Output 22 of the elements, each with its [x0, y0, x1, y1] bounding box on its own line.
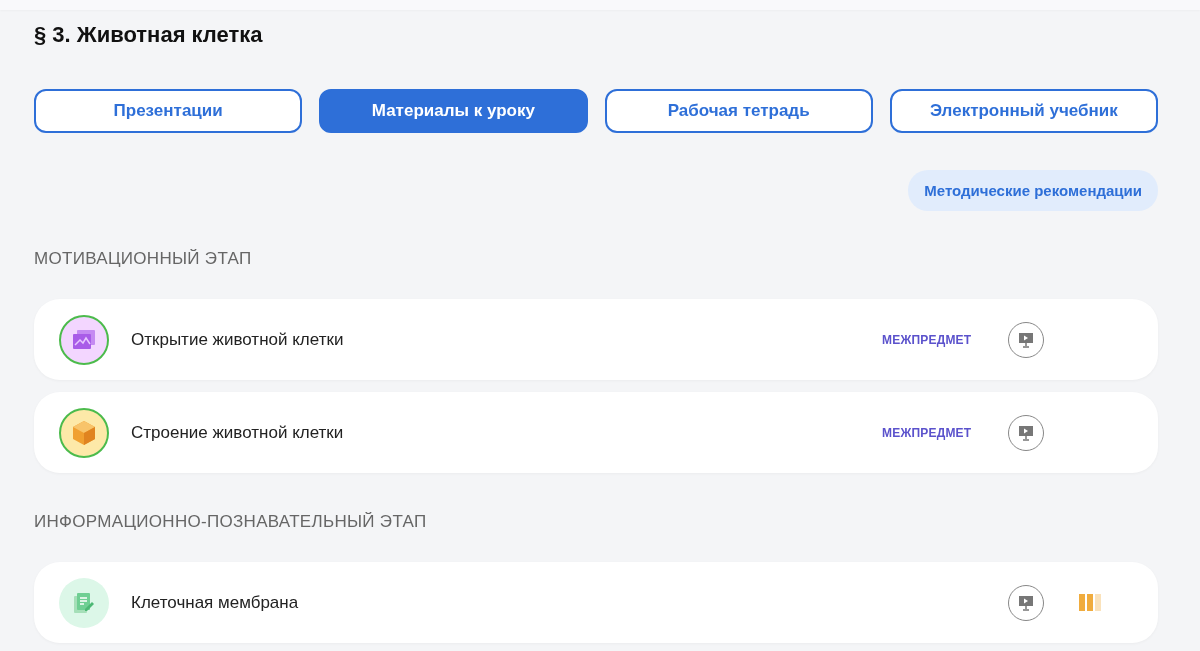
- guidelines-button[interactable]: Методические рекомендации: [908, 170, 1158, 211]
- section-heading: ИНФОРМАЦИОННО-ПОЗНАВАТЕЛЬНЫЙ ЭТАП: [34, 512, 428, 532]
- presentation-icon: [1018, 331, 1034, 348]
- notes-icon: [73, 591, 95, 614]
- section-heading: МОТИВАЦИОННЫЙ ЭТАП: [34, 249, 253, 269]
- tag-label: МЕЖПРЕДМЕТ: [882, 425, 973, 440]
- cube-icon: [72, 419, 96, 446]
- lesson-title[interactable]: Клеточная мембрана: [131, 592, 882, 613]
- picture-icon: [72, 328, 96, 351]
- lesson-title[interactable]: Строение животной клетки: [131, 422, 882, 443]
- presentation-icon: [1018, 424, 1034, 441]
- tab[interactable]: Материалы к уроку: [319, 89, 588, 133]
- tab[interactable]: Электронный учебник: [889, 89, 1158, 133]
- tag-label: МЕЖПРЕДМЕТ: [882, 332, 973, 347]
- tab[interactable]: Рабочая тетрадь: [604, 89, 873, 133]
- presentation-icon: [1018, 594, 1034, 611]
- tab[interactable]: Презентации: [34, 89, 303, 133]
- page-title: § 3. Животная клетка: [34, 21, 264, 49]
- presentation-button[interactable]: [1008, 584, 1044, 621]
- presentation-button[interactable]: [1008, 321, 1044, 358]
- lesson-title[interactable]: Открытие животной клетки: [131, 329, 882, 350]
- presentation-button[interactable]: [1008, 414, 1044, 451]
